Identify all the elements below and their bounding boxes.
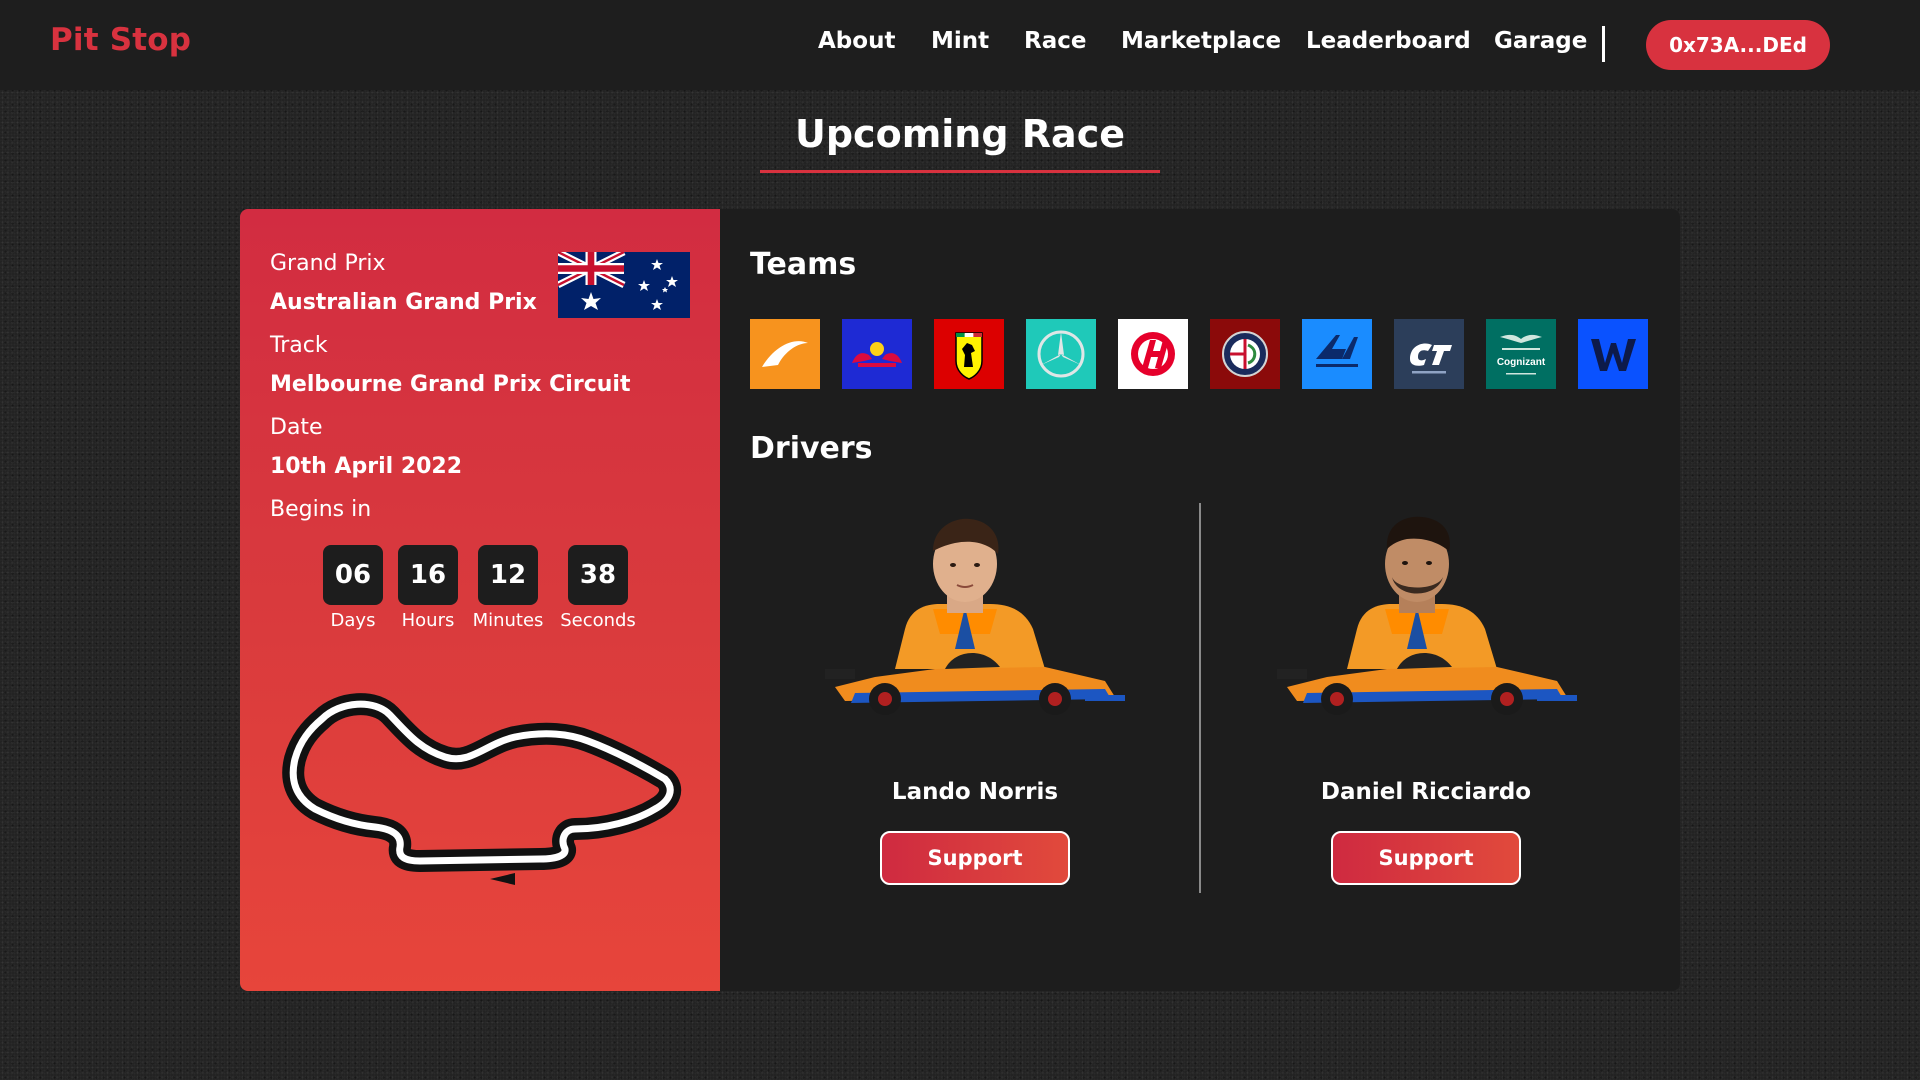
race-countdown: 06 Days 16 Hours 12 Minutes 38 Seconds bbox=[240, 545, 720, 635]
title-underline bbox=[760, 170, 1160, 173]
countdown-hours: 16 bbox=[398, 545, 458, 605]
nav-mint[interactable]: Mint bbox=[931, 28, 989, 54]
countdown-days: 06 bbox=[323, 545, 383, 605]
drivers-title: Drivers bbox=[750, 431, 873, 466]
nav-marketplace[interactable]: Marketplace bbox=[1121, 28, 1281, 54]
date-label: Date bbox=[270, 415, 323, 440]
wallet-address-button[interactable]: 0x73A...DEd bbox=[1646, 20, 1830, 70]
australia-flag-icon bbox=[558, 252, 690, 318]
teams-logo-row: Cognizant bbox=[750, 319, 1650, 389]
page-title: Upcoming Race bbox=[795, 112, 1125, 156]
countdown-minutes-label: Minutes bbox=[472, 610, 544, 631]
driver-portrait-lando-norris bbox=[825, 518, 1125, 715]
williams-logo-icon[interactable] bbox=[1578, 319, 1648, 389]
support-daniel-ricciardo-button[interactable]: Support bbox=[1331, 831, 1521, 885]
begins-in-label: Begins in bbox=[270, 497, 372, 522]
countdown-seconds-label: Seconds bbox=[560, 610, 636, 631]
brand-logo[interactable]: Pit Stop bbox=[50, 22, 191, 58]
grand-prix-value: Australian Grand Prix bbox=[270, 290, 537, 315]
track-label: Track bbox=[270, 333, 328, 358]
countdown-minutes: 12 bbox=[478, 545, 538, 605]
countdown-seconds: 38 bbox=[568, 545, 628, 605]
nav-garage[interactable]: Garage bbox=[1494, 28, 1587, 54]
track-value: Melbourne Grand Prix Circuit bbox=[270, 372, 631, 397]
grand-prix-label: Grand Prix bbox=[270, 251, 386, 276]
race-info-panel: Grand Prix Australian Grand Prix Track M… bbox=[240, 209, 720, 991]
nav-leaderboard[interactable]: Leaderboard bbox=[1306, 28, 1471, 54]
haas-logo-icon[interactable] bbox=[1118, 319, 1188, 389]
mercedes-logo-icon[interactable] bbox=[1026, 319, 1096, 389]
alphatauri-logo-icon[interactable] bbox=[1394, 319, 1464, 389]
race-card: Grand Prix Australian Grand Prix Track M… bbox=[240, 209, 1680, 991]
alfa-romeo-logo-icon[interactable] bbox=[1210, 319, 1280, 389]
nav-divider bbox=[1602, 26, 1605, 62]
support-lando-norris-button[interactable]: Support bbox=[880, 831, 1070, 885]
nav-race[interactable]: Race bbox=[1024, 28, 1086, 54]
countdown-hours-label: Hours bbox=[401, 610, 455, 631]
red-bull-logo-icon[interactable] bbox=[842, 319, 912, 389]
top-navbar: Pit Stop About Mint Race Marketplace Lea… bbox=[0, 0, 1920, 90]
teams-title: Teams bbox=[750, 247, 857, 282]
track-map-icon bbox=[282, 693, 682, 885]
aston-martin-sponsor-text: Cognizant bbox=[1497, 357, 1546, 368]
aston-martin-logo-icon[interactable]: Cognizant bbox=[1486, 319, 1556, 389]
alpine-logo-icon[interactable] bbox=[1302, 319, 1372, 389]
mclaren-logo-icon[interactable] bbox=[750, 319, 820, 389]
ferrari-logo-icon[interactable] bbox=[934, 319, 1004, 389]
driver-name-2: Daniel Ricciardo bbox=[1320, 779, 1532, 805]
date-value: 10th April 2022 bbox=[270, 454, 463, 479]
driver-portrait-daniel-ricciardo bbox=[1277, 516, 1577, 715]
driver-name-1: Lando Norris bbox=[891, 779, 1059, 805]
nav-about[interactable]: About bbox=[818, 28, 895, 54]
drivers-divider bbox=[1199, 503, 1201, 893]
